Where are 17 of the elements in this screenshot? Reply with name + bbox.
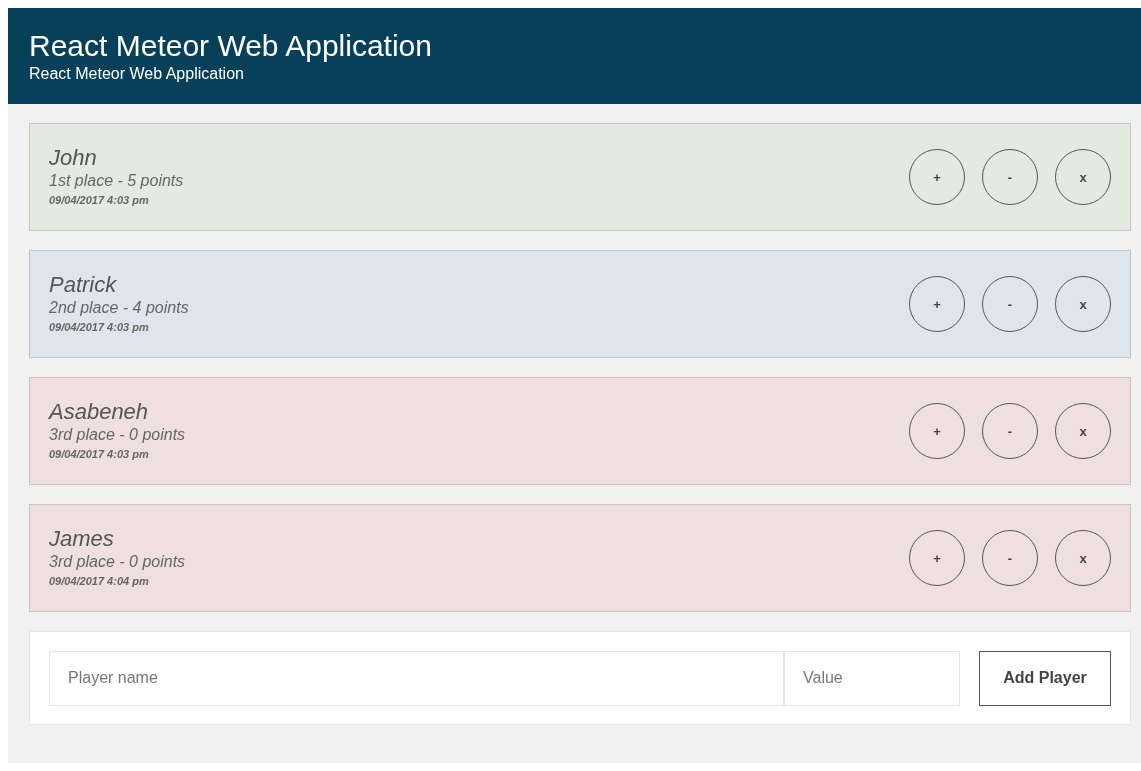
player-name: Patrick xyxy=(49,272,118,298)
player-name: James xyxy=(49,526,115,552)
player-timestamp: 09/04/2017 4:04 pm xyxy=(49,574,150,589)
player-name-field[interactable]: Player name xyxy=(49,650,784,706)
player-rank: 2nd place - 4 points xyxy=(49,298,189,318)
player-timestamp: 09/04/2017 4:03 pm xyxy=(49,193,150,208)
value-field[interactable]: Value xyxy=(784,650,960,706)
app-title: React Meteor Web Application xyxy=(29,28,433,64)
player-rank: 3rd place - 0 points xyxy=(49,552,186,572)
player-rank: 3rd place - 0 points xyxy=(49,425,186,445)
player-name: Asabeneh xyxy=(49,399,150,425)
player-timestamp: 09/04/2017 4:03 pm xyxy=(49,447,150,462)
player-name: John xyxy=(49,145,98,171)
player-timestamp: 09/04/2017 4:03 pm xyxy=(49,320,150,335)
player-rank: 1st place - 5 points xyxy=(49,171,184,191)
app-subtitle: React Meteor Web Application xyxy=(29,64,245,84)
add-player-button[interactable]: Add Player xyxy=(979,650,1111,706)
